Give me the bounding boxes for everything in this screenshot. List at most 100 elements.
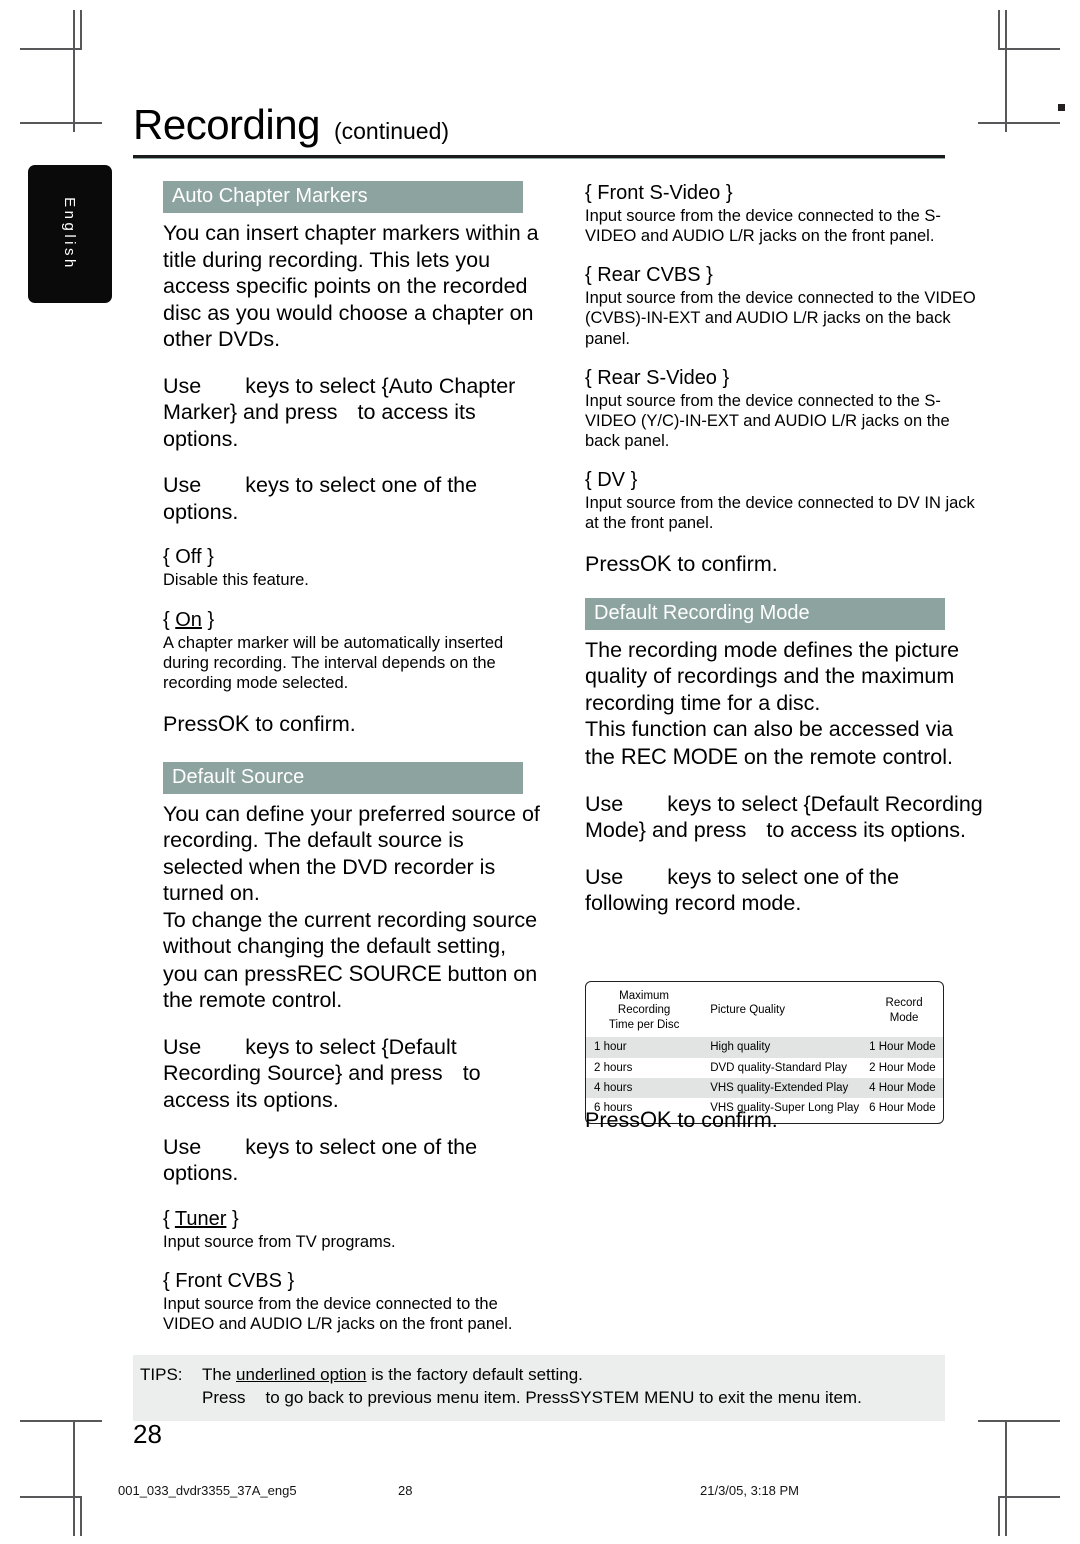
step2-text-a: Use [163,1134,202,1159]
slug-filename: 001_033_dvdr3355_37A_eng5 [118,1483,297,1498]
crop-mark-top-left-bleed-v [73,10,75,132]
crop-mark-top-right-h [998,48,1060,50]
table-row: 2 hours DVD quality-Standard Play 2 Hour… [586,1058,943,1078]
step1-text-b: keys to select { [667,791,811,816]
default-recording-mode-step-1: Use keys to select {Default Recording Mod… [585,791,985,844]
source-option-label: { Rear S-Video } [585,366,730,389]
crop-mark-top-right-bleed-v [1005,10,1007,132]
cell-time: 1 hour [586,1037,703,1058]
cell-mode: 1 Hour Mode [865,1037,943,1058]
tips-label: TIPS: [140,1365,183,1384]
left-column: Auto Chapter Markers You can insert chap… [163,181,545,1351]
ok-key-label: OK [639,1107,672,1132]
default-recording-mode-confirm: PressOK to confirm. [585,1106,778,1134]
default-source-confirm: PressOK to confirm. [585,550,985,578]
step1-text-e: to access its options. [766,818,966,843]
tips-line-2: Press to go back to previous menu item. P… [202,1387,945,1410]
option-off-description: Disable this feature. [163,571,309,590]
confirm-text-a: Press [585,552,640,577]
default-recording-mode-intro-2: This function can also be accessed via t… [585,716,985,770]
page-title: Recording [133,101,320,148]
auto-chapter-markers-step-2: Use keys to select one of the options. [163,472,545,525]
default-source-step-2: Use keys to select one of the options. [163,1134,545,1187]
auto-chapter-markers-confirm: PressOK to confirm. [163,710,545,738]
page-number: 28 [133,1419,162,1449]
document-page: English Recording (continued) Auto Chapt… [0,0,1080,1544]
step2-text-b: keys to select one of the options. [163,473,478,524]
confirm-text-b: to confirm. [677,1108,778,1132]
tips-line2-text-a: Press [202,1387,246,1407]
tips-row-1: TIPS: The underlined option is the facto… [133,1364,945,1387]
step2-text-b: keys to select one of the options. [163,1134,478,1186]
cell-time: 2 hours [594,1061,633,1074]
default-recording-mode-step-2: Use keys to select one of the following r… [585,864,985,917]
brace-close: } [207,608,215,631]
source-option-label: { Front CVBS } [163,1269,545,1293]
header-rule [133,155,945,159]
page-header: Recording (continued) [133,104,945,159]
language-thumb-tab: English [28,165,112,303]
tips-line1-text-b: is the factory default setting. [371,1365,583,1384]
crop-mark-top-right-bleed-h [978,122,1060,124]
page-title-suffix: (continued) [333,118,450,144]
source-option-label: { Tuner } [163,1207,545,1231]
source-option-value: Front CVBS [175,1269,282,1292]
header-line-2: Mode [889,1011,919,1024]
brace-open: { [163,608,170,631]
default-recording-mode-intro-1: The recording mode defines the picture q… [585,637,960,715]
tips-line2-text-b: to go back to previous menu item. Press [265,1387,569,1407]
tips-box: TIPS: The underlined option is the facto… [133,1355,945,1421]
brace-open: { [163,1269,170,1292]
cell-quality: High quality [702,1037,866,1058]
step1-text-d: } and press [229,400,338,425]
confirm-text-a: Press [585,1108,640,1132]
language-tab-label: English [61,197,79,271]
crop-mark-top-left-bleed-h [20,122,102,124]
cell-mode: 4 Hour Mode [865,1077,943,1099]
section-heading-default-source: Default Source [163,761,523,794]
tips-line-1: The underlined option is the factory def… [202,1364,945,1387]
auto-chapter-markers-step-1: Use keys to select {Auto Chapter Marker} … [163,373,545,453]
confirm-text-b: to confirm. [677,552,778,577]
step1-text-b: keys to select { [245,1034,389,1059]
confirm-text-a: Press [163,711,218,736]
source-option-description: Input source from the device connected t… [163,1294,513,1333]
crop-mark-bottom-left-bleed-h [20,1420,102,1422]
header-line-2: Time per Disc [608,1018,680,1031]
source-option-label: { DV } [585,469,638,491]
option-on-value: On [175,608,202,631]
table-head: Maximum Recording Time per Disc Picture … [586,985,943,1037]
cell-mode: 2 Hour Mode [869,1061,936,1074]
system-menu-key-label: SYSTEM MENU [568,1387,695,1407]
source-option-description: Input source from the device connected t… [585,494,975,533]
crop-mark-bottom-right-bleed-v [1005,1420,1007,1536]
right-column: { Front S-Video } Input source from the … [585,181,985,937]
tips-row-2: Press to go back to previous menu item. P… [133,1387,945,1410]
source-option-description: Input source from the device connected t… [585,207,941,246]
tips-label-spacer [140,1387,202,1410]
step2-text-b: keys to select one of the following reco… [585,864,900,916]
step2-text-a: Use [585,864,624,889]
rec-mode-key-label: REC MODE [620,743,738,769]
column-header-picture-quality: Picture Quality [710,1004,785,1017]
section-heading-default-recording-mode: Default Recording Mode [585,597,945,630]
registration-dot-top [1058,104,1065,111]
tips-line1-text-a: The [202,1365,232,1384]
crop-mark-bottom-right-bleed-h [978,1420,1060,1422]
crop-mark-top-left-v [80,10,82,50]
crop-mark-top-right-v [998,10,1000,50]
brace-close: } [287,1269,295,1292]
column-header-max-recording-time: Maximum Recording Time per Disc [586,985,702,1037]
brace-close: } [231,1207,239,1230]
option-on-description: A chapter marker will be automatically i… [163,633,504,692]
cell-quality: DVD quality-Standard Play [710,1061,847,1074]
confirm-text-b: to confirm. [255,711,356,736]
step1-text-a: Use [585,791,624,816]
step1-text-a: Use [163,1034,202,1059]
default-source-step-1: Use keys to select {Default Recording Sou… [163,1034,545,1114]
default-source-intro-2: To change the current recording source w… [163,907,545,1014]
option-off-label: { Off } [163,546,214,569]
step1-text-a: Use [163,373,202,398]
ok-key-label: OK [639,551,672,577]
source-option-description: Input source from the device connected t… [585,391,950,450]
